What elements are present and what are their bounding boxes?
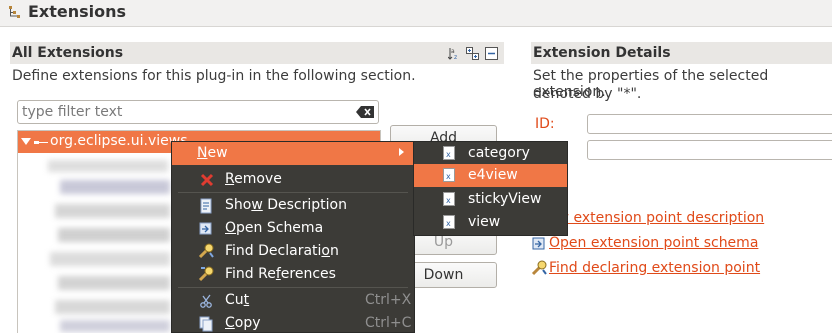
extension-details-title: Extension Details — [533, 45, 671, 61]
menu-separator — [178, 192, 408, 193]
menu-label-new[interactable]: New — [197, 145, 228, 161]
filter-input[interactable] — [22, 104, 342, 120]
tree-item-label[interactable]: org.eclipse.ui.views — [50, 133, 188, 149]
id-field[interactable] — [587, 114, 832, 134]
svg-text:z: z — [454, 54, 457, 60]
open-schema-icon — [199, 222, 212, 235]
menu-item-open-schema[interactable]: Open Schema — [225, 220, 323, 236]
extensions-icon — [9, 6, 20, 18]
svg-text:x: x — [446, 196, 451, 205]
extension-element-icon: x — [443, 215, 455, 229]
submenu-item-e4view[interactable]: e4view — [468, 167, 518, 183]
svg-text:x: x — [446, 150, 451, 159]
mnemonic: R — [225, 171, 235, 187]
menu-label-rest: emove — [234, 171, 282, 187]
menu-item-cut[interactable]: Cut — [225, 292, 249, 308]
expand-all-icon[interactable] — [466, 47, 479, 60]
copy-icon — [199, 316, 213, 332]
find-references-icon — [198, 266, 214, 282]
tree-item-blurred[interactable] — [55, 204, 170, 218]
remove-icon — [200, 173, 214, 187]
submenu-item-stickyview[interactable]: stickyView — [468, 191, 542, 207]
show-description-link[interactable]: ow extension point description — [549, 210, 764, 226]
find-declaration-icon — [198, 243, 214, 259]
sort-icon[interactable]: a z — [448, 47, 462, 60]
copy-shortcut: Ctrl+C — [365, 315, 412, 331]
id-label: ID: — [535, 116, 555, 132]
extension-details-description-2: denoted by "*". — [533, 86, 642, 102]
menu-item-copy[interactable]: Copy — [225, 315, 261, 331]
tree-item-blurred[interactable] — [48, 160, 168, 172]
tree-item-blurred[interactable] — [60, 180, 170, 194]
all-extensions-title: All Extensions — [12, 45, 124, 61]
mnemonic: N — [197, 145, 208, 161]
tree-item-blurred[interactable] — [58, 228, 170, 242]
menu-label-rest: opy — [234, 315, 261, 331]
menu-item-show-description[interactable]: Show Description — [225, 197, 347, 213]
svg-text:x: x — [446, 219, 451, 228]
page-title: Extensions — [28, 2, 127, 21]
plug-icon — [34, 141, 48, 144]
menu-label-pre: Sho — [225, 197, 252, 213]
open-schema-link[interactable]: Open extension point schema — [549, 235, 758, 251]
menu-label-pre: Cu — [225, 292, 244, 308]
collapse-all-icon[interactable] — [485, 47, 498, 60]
tree-item-blurred[interactable] — [55, 300, 170, 314]
find-declaring-link[interactable]: Find declaring extension point — [549, 260, 760, 276]
cut-icon — [200, 294, 212, 308]
extension-element-icon: x — [443, 146, 455, 160]
svg-text:x: x — [446, 172, 451, 181]
extension-element-icon: x — [443, 168, 455, 182]
menu-separator — [178, 287, 408, 288]
name-field[interactable] — [587, 140, 832, 160]
menu-label-rest: n — [330, 243, 339, 259]
menu-item-find-declaration[interactable]: Find Declaration — [225, 243, 339, 259]
submenu-arrow-icon — [399, 148, 404, 156]
menu-label-pre: Find Declarati — [225, 243, 322, 259]
menu-item-find-references[interactable]: Find References — [225, 266, 336, 282]
menu-label-rest: pen Schema — [236, 220, 324, 236]
description-icon — [200, 198, 212, 214]
mnemonic: t — [243, 292, 250, 308]
mnemonic: C — [225, 315, 235, 331]
find-declaration-icon — [531, 260, 547, 276]
mnemonic: o — [321, 243, 330, 259]
tree-expand-arrow-icon[interactable] — [21, 138, 31, 145]
tree-item-blurred[interactable] — [58, 276, 170, 290]
menu-label-pre: Find Re — [225, 266, 276, 282]
tree-item-blurred[interactable] — [60, 320, 170, 332]
open-schema-icon — [532, 237, 545, 250]
menu-item-remove[interactable]: Remove — [225, 171, 282, 187]
extension-element-icon: x — [443, 192, 455, 206]
menu-label-rest: ew — [207, 145, 228, 161]
cut-shortcut: Ctrl+X — [365, 292, 412, 308]
tree-item-blurred[interactable] — [50, 252, 170, 266]
menu-label-rest: Description — [262, 197, 347, 213]
clear-filter-icon[interactable] — [356, 106, 374, 118]
submenu-item-view[interactable]: view — [468, 214, 500, 230]
submenu-item-category[interactable]: category — [468, 145, 530, 161]
mnemonic: w — [251, 197, 263, 213]
all-extensions-description: Define extensions for this plug-in in th… — [12, 68, 416, 84]
mnemonic: O — [225, 220, 237, 236]
menu-label-rest: erences — [280, 266, 336, 282]
